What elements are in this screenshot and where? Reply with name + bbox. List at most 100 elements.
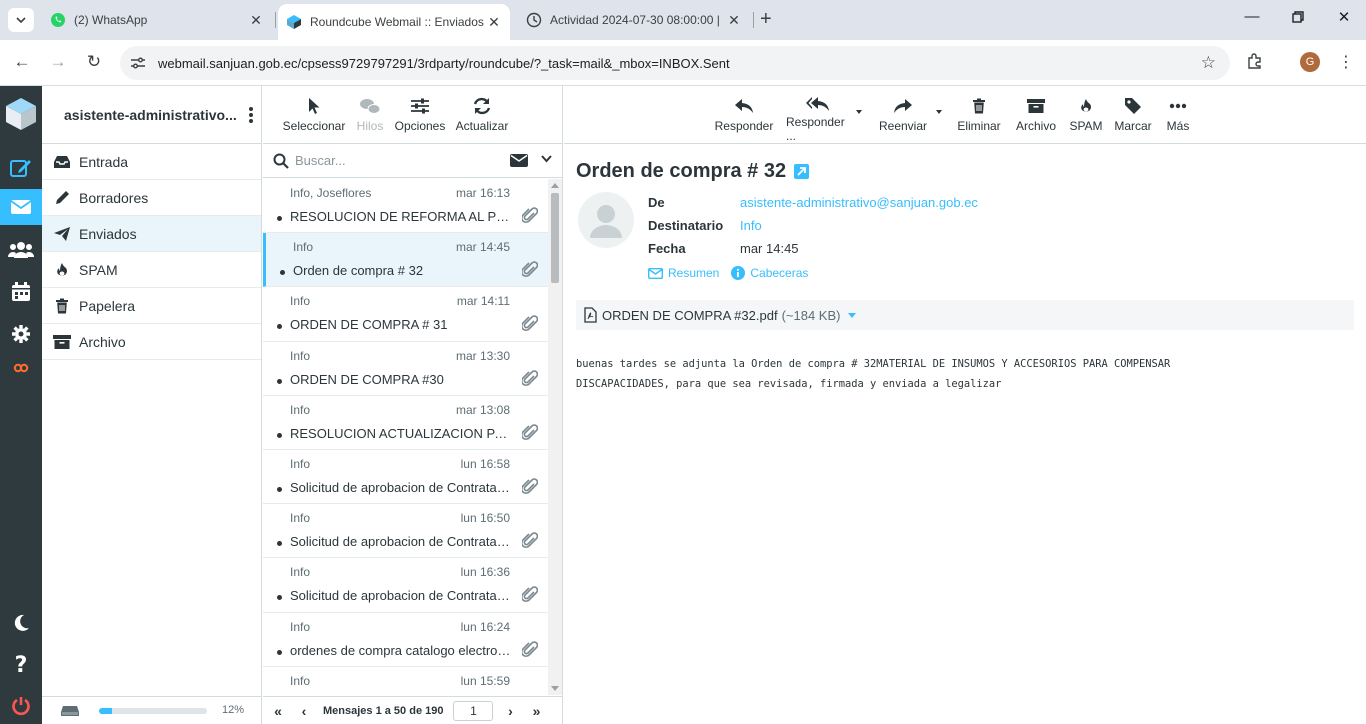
folder-spam[interactable]: SPAM [42,252,261,288]
attachment-menu-caret-icon[interactable] [848,312,857,318]
folder-label: SPAM [79,261,118,278]
bookmark-star-icon[interactable]: ☆ [1201,53,1216,73]
dark-mode-moon-icon[interactable] [0,605,42,641]
folder-label: Enviados [79,225,137,242]
attachment-name: ORDEN DE COMPRA #32.pdf [602,307,778,323]
search-input[interactable]: Buscar... [295,153,346,168]
responder-button[interactable]: Responder [708,86,780,143]
más-button[interactable]: Más [1158,86,1198,143]
tab-search-button[interactable] [8,8,34,32]
dropdown-caret-icon[interactable] [856,110,862,114]
message-from: Info [290,456,311,471]
tab-actividad[interactable]: Actividad 2024-07-30 08:00:00 | ✕ [518,6,750,34]
search-options-chevron-icon[interactable] [541,155,552,163]
message-row[interactable]: Info lun 16:36 Solicitud de aprobacion de … [263,558,548,613]
folder-entrada[interactable]: Entrada [42,144,261,180]
date-label: Fecha [648,241,686,256]
message-from: Info [290,402,311,417]
next-page-button[interactable]: › [497,703,523,719]
reenviar-button[interactable]: Reenviar [870,86,942,143]
close-window-icon[interactable]: ✕ [1334,8,1354,26]
message-subject: ORDEN DE COMPRA # 31 [290,317,448,333]
calendar-icon[interactable] [0,274,42,310]
help-icon[interactable]: ? [0,647,42,683]
back-icon[interactable]: ← [12,53,32,71]
folder-label: Borradores [79,189,149,206]
message-row[interactable]: Info lun 16:58 Solicitud de aprobacion de … [263,450,548,505]
unread-bullet [277,378,282,384]
message-row[interactable]: Info mar 13:08 RESOLUCION ACTUALIZACION PA… [263,396,548,450]
archivo-button[interactable]: Archivo [1008,86,1064,143]
mail-icon[interactable] [0,189,42,225]
folder-papelera[interactable]: Papelera [42,288,261,324]
threads-icon [359,96,381,116]
headers-link[interactable]: Cabeceras [750,266,808,280]
attachment[interactable]: ORDEN DE COMPRA #32.pdf (~184 KB) [576,300,1354,330]
folder-enviados[interactable]: Enviados [42,216,261,252]
profile-avatar[interactable]: G [1300,52,1320,72]
actualizar-button[interactable]: Actualizar [451,86,513,143]
seleccionar-button[interactable]: Seleccionar [277,86,351,143]
eliminar-button[interactable]: Eliminar [950,86,1008,143]
message-list-scrollbar[interactable] [548,179,562,695]
folder-label: Entrada [79,153,129,170]
last-page-button[interactable]: » [523,703,549,719]
toolbar-label: Seleccionar [282,119,346,133]
folder-archivo[interactable]: Archivo [42,324,261,360]
prev-page-button[interactable]: ‹ [291,703,317,719]
omnibox[interactable]: webmail.sanjuan.gob.ec/cpsess9729797291/… [120,46,1230,80]
message-row[interactable]: Info lun 16:50 Solicitud de aprobacion de … [263,504,548,559]
message-date: mar 14:45 [455,240,510,255]
new-tab-button[interactable]: + [760,9,772,29]
toolbar-label: Marcar [1114,119,1152,133]
message-row[interactable]: Info mar 13:30 ORDEN DE COMPRA #30 [263,342,548,396]
summary-link[interactable]: Resumen [668,266,719,280]
dropdown-caret-icon[interactable] [936,110,942,114]
unread-bullet [277,216,282,221]
close-tab-icon[interactable]: ✕ [726,12,742,29]
opciones-button[interactable]: Opciones [389,86,451,143]
close-tab-icon[interactable]: ✕ [486,14,502,31]
responder-button[interactable]: Responder ... [780,86,862,143]
tab-title: Roundcube Webmail :: Enviados [310,15,484,29]
tab-roundcube[interactable]: Roundcube Webmail :: Enviados ✕ [278,4,510,40]
from-address[interactable]: asistente-administrativo@sanjuan.gob.ec [740,195,978,210]
message-row[interactable]: Info mar 14:45 Orden de compra # 32 [263,233,548,288]
toolbar-label: Actualizar [455,119,509,133]
message-row[interactable]: Info lun 15:59 [263,667,548,695]
message-body: buenas tardes se adjunta la Orden de com… [576,358,1171,390]
page-input[interactable]: 1 [453,700,494,721]
browser-menu-icon[interactable]: ⋮ [1338,52,1354,72]
folder-list-panel: asistente-administrativo... Entrada Borra… [42,86,262,724]
marcar-button[interactable]: Marcar [1108,86,1158,143]
restore-icon[interactable] [1288,8,1308,23]
search-bar[interactable]: Buscar... [263,144,562,178]
site-settings-icon[interactable] [130,56,146,70]
open-external-icon[interactable] [794,164,810,179]
message-row[interactable]: Info, Joseflores mar 16:13 RESOLUCION DE R… [263,179,548,234]
roundcube-logo[interactable] [4,96,38,132]
reload-icon[interactable]: ↻ [84,53,104,71]
message-row[interactable]: Info lun 16:24 ordenes de compra catalogo … [263,613,548,667]
tab-whatsapp[interactable]: (2) WhatsApp ✕ [42,6,272,34]
close-tab-icon[interactable]: ✕ [248,12,264,29]
message-row[interactable]: Info mar 14:11 ORDEN DE COMPRA # 31 [263,287,548,342]
settings-gear-icon[interactable] [0,316,42,352]
folder-borradores[interactable]: Borradores [42,180,261,216]
cpanel-icon[interactable] [0,350,42,386]
envelope-icon [648,267,663,279]
message-preview-panel: Responder Responder ... Reenviar Eliminar Ar… [564,86,1366,724]
first-page-button[interactable]: « [265,703,291,719]
to-address[interactable]: Info [740,218,762,233]
pagination-bar: « ‹ Mensajes 1 a 50 de 190 1 › » [263,696,563,724]
logout-power-icon[interactable] [0,688,42,724]
message-date: lun 15:59 [460,673,510,688]
extensions-icon[interactable] [1246,52,1264,70]
spam-button[interactable]: SPAM [1064,86,1108,143]
compose-icon[interactable] [0,150,42,186]
contacts-icon[interactable] [0,232,42,268]
forward-icon[interactable]: → [48,53,68,71]
search-mailbox-icon[interactable] [510,154,528,167]
folder-options-icon[interactable] [249,106,253,124]
minimize-icon[interactable]: — [1242,8,1262,25]
